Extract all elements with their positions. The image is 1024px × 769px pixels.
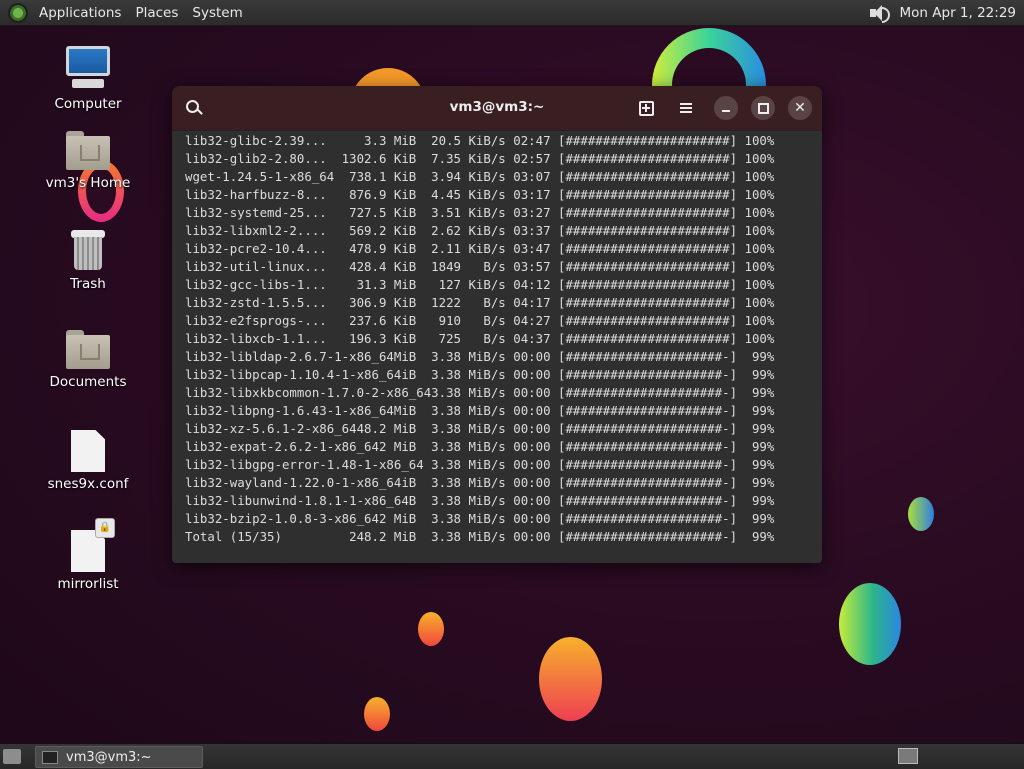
wallpaper-orange-orb-small: [418, 612, 444, 646]
distro-logo-icon[interactable]: [8, 2, 28, 23]
terminal-line: Total (15/35) 248.2 MiB 3.38 MiB/s 00:00…: [185, 529, 775, 544]
wallpaper-blue-orb-large: [839, 583, 901, 665]
show-desktop-icon[interactable]: [3, 749, 21, 764]
terminal-line: lib32-libldap-2.6.7-1-x86_64MiB 3.38 MiB…: [185, 349, 775, 364]
wallpaper-orange-orb-tiny: [364, 697, 390, 731]
desktop-icon-home[interactable]: vm3's Home: [38, 131, 138, 191]
terminal-line: lib32-libunwind-1.8.1-1-x86_64B 3.38 MiB…: [185, 493, 775, 508]
applications-menu[interactable]: Applications: [32, 5, 128, 21]
terminal-line: lib32-pcre2-10.4... 478.9 KiB 2.11 KiB/s…: [185, 241, 775, 256]
terminal-line: lib32-bzip2-1.0.8-3-x86_642 MiB 3.38 MiB…: [185, 511, 775, 526]
terminal-line: lib32-xz-5.6.1-2-x86_6448.2 MiB 3.38 MiB…: [185, 421, 775, 436]
desktop-icon-mirrorlist[interactable]: 🔒 mirrorlist: [38, 518, 138, 592]
maximize-button[interactable]: [751, 96, 775, 120]
terminal-line: lib32-libgpg-error-1.48-1-x86_64 3.38 Mi…: [185, 457, 775, 472]
clock[interactable]: Mon Apr 1, 22:29: [900, 5, 1016, 21]
desktop-icon-documents[interactable]: Documents: [38, 330, 138, 390]
terminal-icon: [42, 750, 58, 764]
new-tab-button[interactable]: [634, 96, 658, 120]
trash-icon: [68, 228, 108, 272]
terminal-line: lib32-wayland-1.22.0-1-x86_64iB 3.38 MiB…: [185, 475, 775, 490]
wallpaper-orange-orb-large: [539, 637, 602, 721]
places-menu[interactable]: Places: [128, 5, 185, 21]
menu-button[interactable]: [674, 96, 698, 120]
lock-icon: 🔒: [95, 518, 115, 538]
terminal-line: lib32-libxcb-1.1... 196.3 KiB 725 B/s 04…: [185, 331, 775, 346]
volume-icon[interactable]: [868, 4, 890, 23]
terminal-line: lib32-util-linux... 428.4 KiB 1849 B/s 0…: [185, 259, 775, 274]
workspace-switcher[interactable]: [898, 748, 918, 764]
system-menu[interactable]: System: [185, 5, 249, 21]
desktop-icon-label: mirrorlist: [57, 576, 119, 592]
desktop-icon-label: Computer: [54, 96, 122, 112]
terminal-line: lib32-e2fsprogs-... 237.6 KiB 910 B/s 04…: [185, 313, 775, 328]
taskbar-window-label: vm3@vm3:~: [66, 749, 152, 765]
terminal-line: lib32-glibc-2.39... 3.3 MiB 20.5 KiB/s 0…: [185, 133, 775, 148]
desktop-icon-trash[interactable]: Trash: [38, 228, 138, 292]
terminal-line: lib32-gcc-libs-1... 31.3 MiB 127 KiB/s 0…: [185, 277, 775, 292]
documents-folder-icon: [66, 330, 110, 370]
terminal-line: lib32-systemd-25... 727.5 KiB 3.51 KiB/s…: [185, 205, 775, 220]
terminal-line: lib32-libxkbcommon-1.7.0-2-x86_643.38 Mi…: [185, 385, 775, 400]
terminal-line: lib32-libpcap-1.10.4-1-x86_64iB 3.38 MiB…: [185, 367, 775, 382]
maximize-icon: [757, 102, 769, 114]
top-panel: Applications Places System Mon Apr 1, 22…: [0, 0, 1024, 26]
new-tab-icon: [638, 100, 654, 116]
taskbar-window-button[interactable]: vm3@vm3:~: [35, 746, 203, 768]
terminal-line: lib32-harfbuzz-8... 876.9 KiB 4.45 KiB/s…: [185, 187, 775, 202]
terminal-output[interactable]: lib32-glibc-2.39... 3.3 MiB 20.5 KiB/s 0…: [172, 131, 822, 546]
bottom-panel: vm3@vm3:~: [0, 743, 1024, 769]
hamburger-menu-icon: [680, 107, 692, 109]
close-button[interactable]: ✕: [788, 96, 812, 120]
desktop-icon-label: snes9x.conf: [47, 476, 129, 492]
desktop-icon-label: Documents: [49, 374, 127, 390]
home-folder-icon: [66, 131, 110, 171]
wallpaper-blue-orb-small: [908, 497, 934, 531]
terminal-window: vm3@vm3:~ ✕ lib32-glibc-2.39... 3.3 MiB …: [172, 86, 822, 563]
minimize-icon: [722, 110, 730, 112]
terminal-line: lib32-zstd-1.5.5... 306.9 KiB 1222 B/s 0…: [185, 295, 775, 310]
terminal-line: lib32-expat-2.6.2-1-x86_642 MiB 3.38 MiB…: [185, 439, 775, 454]
close-icon: ✕: [794, 100, 806, 116]
desktop-icon-label: vm3's Home: [45, 175, 131, 191]
terminal-headerbar[interactable]: vm3@vm3:~ ✕: [172, 86, 822, 131]
desktop-icon-computer[interactable]: Computer: [38, 46, 138, 112]
text-file-icon: [71, 430, 105, 472]
terminal-line: lib32-glib2-2.80... 1302.6 KiB 7.35 KiB/…: [185, 151, 775, 166]
desktop-icon-snes9x-conf[interactable]: snes9x.conf: [38, 430, 138, 492]
terminal-line: lib32-libpng-1.6.43-1-x86_64MiB 3.38 MiB…: [185, 403, 775, 418]
minimize-button[interactable]: [714, 96, 738, 120]
computer-icon: [64, 46, 112, 92]
desktop-icon-label: Trash: [70, 276, 106, 292]
terminal-line: wget-1.24.5-1-x86_64 738.1 KiB 3.94 KiB/…: [185, 169, 775, 184]
terminal-line: lib32-libxml2-2.... 569.2 KiB 2.62 KiB/s…: [185, 223, 775, 238]
